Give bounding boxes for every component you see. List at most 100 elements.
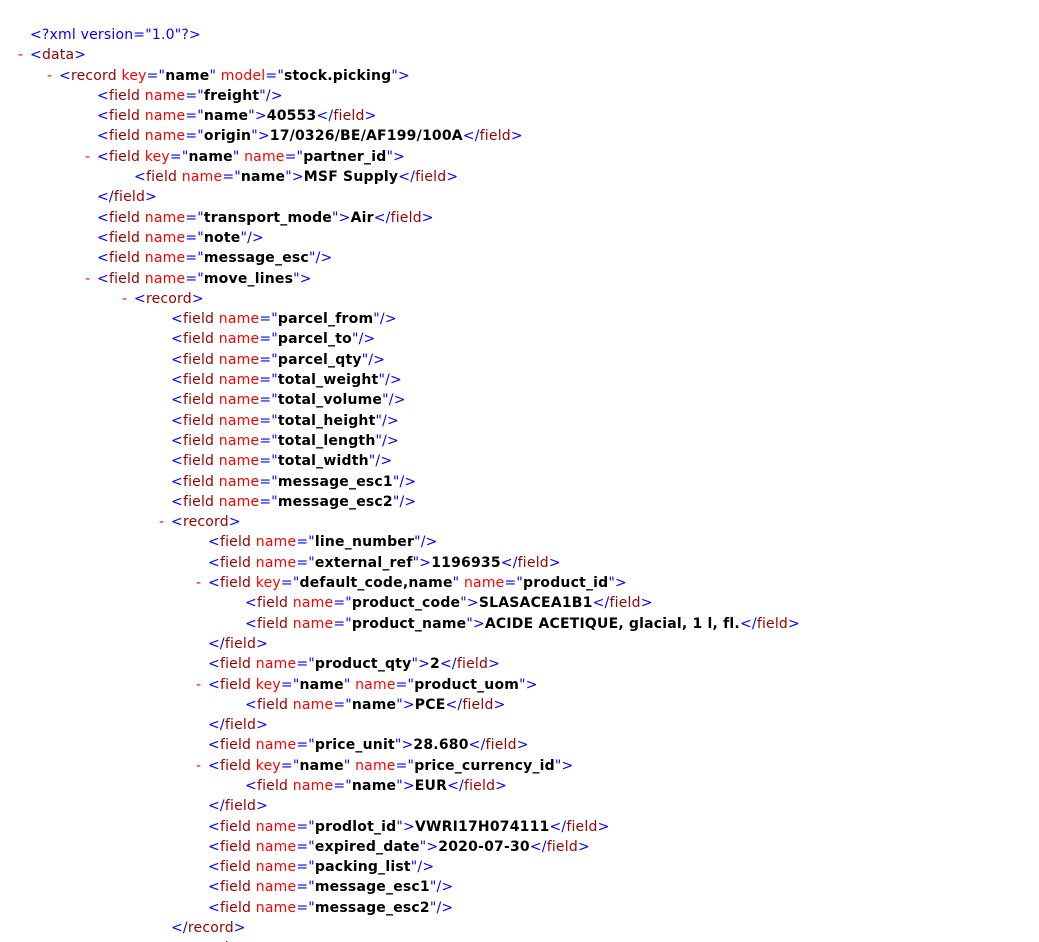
- xml-markup: =": [170, 149, 189, 165]
- attribute-name: key: [117, 68, 147, 84]
- xml-line: -<record key="name" model="stock.picking…: [0, 66, 1039, 86]
- tag-name: field: [220, 900, 251, 916]
- xml-markup: >: [401, 737, 413, 753]
- tag-name: record: [146, 291, 192, 307]
- xml-markup: />: [368, 352, 385, 368]
- tag-name: field: [109, 149, 140, 165]
- attribute-name: name: [350, 677, 395, 693]
- xml-markup: <: [208, 900, 220, 916]
- xml-line: <field name="expired_date">2020-07-30</f…: [0, 837, 1039, 857]
- attribute-name: name: [214, 372, 259, 388]
- tag-name: field: [109, 250, 140, 266]
- xml-markup: ": [285, 169, 292, 185]
- xml-markup: ": [430, 879, 437, 895]
- xml-line: <field name="name">MSF Supply</field>: [0, 167, 1039, 187]
- attribute-name: name: [214, 311, 259, 327]
- xml-line: </field>: [0, 715, 1039, 735]
- attribute-name: name: [251, 555, 296, 571]
- xml-markup: <: [208, 819, 220, 835]
- xml-markup: ": [259, 88, 266, 104]
- tag-name: field: [183, 474, 214, 490]
- collapse-toggle-icon[interactable]: -: [159, 938, 171, 942]
- collapse-toggle-icon[interactable]: -: [47, 66, 59, 86]
- collapse-toggle-icon[interactable]: -: [159, 512, 171, 532]
- attribute-value: name: [189, 149, 233, 165]
- xml-markup: ": [396, 697, 403, 713]
- attribute-name: name: [459, 575, 504, 591]
- xml-markup: =": [296, 819, 315, 835]
- xml-line: <field name="transport_mode">Air</field>: [0, 208, 1039, 228]
- xml-markup: =": [185, 210, 204, 226]
- attribute-name: name: [214, 352, 259, 368]
- attribute-value: name: [352, 697, 396, 713]
- xml-markup: <: [97, 250, 109, 266]
- attribute-value: external_ref: [315, 555, 413, 571]
- xml-markup: <: [208, 575, 220, 591]
- xml-markup: >: [256, 798, 268, 814]
- xml-markup: =": [259, 311, 278, 327]
- xml-line: </field>: [0, 187, 1039, 207]
- xml-markup: =": [396, 677, 415, 693]
- xml-line: <?xml version="1.0"?>: [0, 25, 1039, 45]
- xml-markup: =": [222, 169, 241, 185]
- collapse-toggle-icon[interactable]: -: [196, 675, 208, 695]
- xml-line: -<record>: [0, 289, 1039, 309]
- attribute-value: total_volume: [278, 392, 382, 408]
- attribute-name: name: [177, 169, 222, 185]
- attribute-name: name: [214, 413, 259, 429]
- collapse-toggle-icon[interactable]: -: [196, 573, 208, 593]
- xml-line: <field name="name">PCE</field>: [0, 695, 1039, 715]
- attribute-name: name: [251, 839, 296, 855]
- tag-name: field: [415, 169, 446, 185]
- xml-markup: />: [421, 534, 438, 550]
- xml-markup: <: [245, 778, 257, 794]
- xml-markup: </: [398, 169, 415, 185]
- xml-markup: <: [97, 271, 109, 287]
- collapse-toggle-icon[interactable]: -: [122, 289, 134, 309]
- attribute-value: name: [352, 778, 396, 794]
- attribute-name: key: [251, 575, 281, 591]
- attribute-value: product_qty: [315, 656, 412, 672]
- xml-markup: <: [171, 514, 183, 530]
- collapse-toggle-icon[interactable]: -: [85, 269, 97, 289]
- attribute-value: note: [204, 230, 241, 246]
- xml-markup: </: [374, 210, 391, 226]
- xml-markup: =": [296, 839, 315, 855]
- xml-line: -<data>: [0, 45, 1039, 65]
- xml-line: <field name="message_esc1"/>: [0, 472, 1039, 492]
- xml-markup: >: [488, 656, 500, 672]
- tag-name: field: [183, 352, 214, 368]
- xml-line: -<record>: [0, 938, 1039, 942]
- xml-markup: >: [300, 271, 312, 287]
- tag-name: field: [109, 271, 140, 287]
- xml-markup: =": [285, 149, 304, 165]
- xml-line: <field name="name">40553</field>: [0, 106, 1039, 126]
- xml-markup: />: [382, 433, 399, 449]
- collapse-toggle-icon[interactable]: -: [196, 756, 208, 776]
- collapse-toggle-icon[interactable]: -: [85, 147, 97, 167]
- attribute-value: move_lines: [204, 271, 293, 287]
- xml-markup: >: [446, 169, 458, 185]
- xml-markup: <: [245, 697, 257, 713]
- xml-markup: >: [145, 189, 157, 205]
- xml-markup: </: [208, 798, 225, 814]
- xml-markup: ": [309, 250, 316, 266]
- xml-markup: >: [234, 920, 246, 936]
- attribute-value: line_number: [315, 534, 414, 550]
- xml-markup: </: [208, 636, 225, 652]
- xml-markup: <: [171, 392, 183, 408]
- tag-name: field: [220, 656, 251, 672]
- xml-markup: <: [134, 291, 146, 307]
- xml-markup: >: [419, 555, 431, 571]
- xml-markup: =": [185, 108, 204, 124]
- xml-line: <field name="product_qty">2</field>: [0, 654, 1039, 674]
- xml-markup: >: [258, 128, 270, 144]
- attribute-value: total_width: [278, 453, 369, 469]
- tag-name: field: [757, 616, 788, 632]
- attribute-value: parcel_to: [278, 331, 352, 347]
- xml-markup: =": [185, 88, 204, 104]
- collapse-toggle-icon[interactable]: -: [18, 45, 30, 65]
- xml-markup: >: [365, 108, 377, 124]
- xml-line: <field name="product_name">ACIDE ACETIQU…: [0, 614, 1039, 634]
- xml-line: <field name="note"/>: [0, 228, 1039, 248]
